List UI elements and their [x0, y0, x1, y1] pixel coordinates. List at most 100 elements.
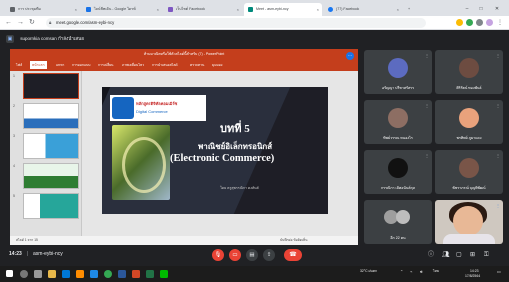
- ribbon-tab-home[interactable]: หน้าแรก: [30, 61, 47, 69]
- edge-icon[interactable]: [62, 270, 70, 278]
- activities-icon[interactable]: ⊞: [470, 251, 475, 259]
- browser-tab-meet[interactable]: Meet - asm-eybi-ncy ×: [244, 3, 322, 16]
- windows-start-icon[interactable]: [6, 270, 13, 277]
- url-text: meet.google.com/asm-eybi-ncy: [56, 20, 115, 25]
- present-icon: ▣: [6, 34, 14, 43]
- chrome-icon[interactable]: [104, 270, 112, 278]
- avatar: [388, 108, 408, 128]
- extension-icon[interactable]: [466, 19, 473, 26]
- slide-number: 3: [13, 134, 15, 138]
- weather-text[interactable]: 32°C ฝนตก: [360, 269, 377, 274]
- participant-name: กรรณิกา เลิศอนันต์กุล: [380, 186, 416, 190]
- ribbon-tab-animations[interactable]: ภาพเคลื่อนไหว: [122, 61, 144, 69]
- volume-icon[interactable]: 🔊︎: [420, 269, 423, 274]
- more-icon[interactable]: ⋮: [496, 153, 500, 158]
- avatar[interactable]: [486, 19, 493, 26]
- powerpoint-icon[interactable]: [132, 270, 140, 278]
- ribbon-tab-slideshow[interactable]: การนำเสนอสไลด์: [152, 61, 178, 69]
- lock-icon[interactable]: ⚿: [484, 251, 489, 259]
- slide-thumbnail[interactable]: [23, 193, 79, 219]
- search-icon[interactable]: [20, 270, 28, 278]
- ribbon-tab-view[interactable]: มุมมอง: [212, 61, 222, 69]
- self-video-tile[interactable]: ⋮: [435, 200, 503, 244]
- mic-off-button[interactable]: 🎙︎: [212, 249, 224, 261]
- participant-tile-others[interactable]: อีก 22 คน: [364, 200, 432, 244]
- line-icon[interactable]: [160, 270, 168, 278]
- participant-name: ทิพย์วรรณ หนองไร: [383, 136, 413, 140]
- pin-icon[interactable]: ⋯: [346, 52, 354, 60]
- slide-thumbnail[interactable]: [23, 73, 79, 99]
- chat-icon[interactable]: ▢: [456, 251, 462, 259]
- ribbon-tab-file[interactable]: ไฟล์: [16, 61, 22, 69]
- tab-favicon: [10, 6, 15, 12]
- forward-icon[interactable]: →: [17, 18, 24, 28]
- menu-dots-icon[interactable]: ⋮: [497, 18, 503, 28]
- captions-button[interactable]: ▤: [246, 249, 258, 261]
- slide-author: โดย ครูสุพรรณิกา คงสันต์: [220, 186, 259, 190]
- store-icon[interactable]: [76, 270, 84, 278]
- present-button[interactable]: ⇪: [263, 249, 275, 261]
- more-icon[interactable]: ⋮: [425, 53, 429, 58]
- close-icon[interactable]: ×: [237, 3, 239, 16]
- file-explorer-icon[interactable]: [48, 270, 56, 278]
- url-field[interactable]: 🔒︎ meet.google.com/asm-eybi-ncy: [46, 18, 426, 28]
- participant-tile[interactable]: ⋮ พรทิพย์ ภูผาแดง: [435, 100, 503, 144]
- people-icon[interactable]: 👥︎: [442, 251, 450, 259]
- facebook-icon: [328, 6, 333, 12]
- close-icon[interactable]: ×: [157, 3, 159, 16]
- slide-number: 1: [13, 74, 15, 78]
- minimize-icon[interactable]: –: [460, 3, 474, 16]
- browser-tab-1[interactable]: การ ประชุมทีม ×: [6, 3, 80, 16]
- browser-tab-bar: การ ประชุมทีม × ไลน์ชีทเดิน - Google ไดร…: [0, 0, 509, 16]
- ribbon-tab-design[interactable]: การออกแบบ: [72, 61, 90, 69]
- more-icon[interactable]: ⋮: [425, 153, 429, 158]
- browser-tab-3[interactable]: เว็บไซต์ Facebook ×: [164, 3, 242, 16]
- browser-tab-5[interactable]: (77) Facebook ×: [324, 3, 402, 16]
- participant-tile[interactable]: ⋮ อรัญญา ปรีชาสรัสรร: [364, 50, 432, 94]
- reload-icon[interactable]: ↻: [29, 18, 35, 28]
- tray-arrow-icon[interactable]: ⌃: [400, 269, 403, 274]
- extension-icon[interactable]: [456, 19, 463, 26]
- close-icon[interactable]: ×: [397, 3, 399, 16]
- ribbon-tab-review[interactable]: ตรวจทาน: [190, 61, 204, 69]
- participant-tile[interactable]: ⋮ ทิพย์วรรณ หนองไร: [364, 100, 432, 144]
- clock-date[interactable]: 17/8/2564: [465, 274, 480, 279]
- notification-icon[interactable]: ▭: [497, 269, 501, 274]
- slide-thumbnail[interactable]: [23, 133, 79, 159]
- ribbon-tab-insert[interactable]: แทรก: [56, 61, 64, 69]
- status-notes[interactable]: บันทึกย่อ ข้อคิดเห็น: [280, 236, 307, 245]
- participant-tile[interactable]: ⋮ กรรณิกา เลิศอนันต์กุล: [364, 150, 432, 194]
- info-icon[interactable]: ⓘ: [428, 251, 434, 259]
- window-close-icon[interactable]: ✕: [490, 3, 504, 16]
- maximize-icon[interactable]: □: [474, 3, 488, 16]
- more-icon[interactable]: ⋮: [496, 103, 500, 108]
- slide-thumbnail[interactable]: [23, 103, 79, 129]
- leave-call-button[interactable]: ☎︎: [284, 249, 302, 261]
- tab-label: Meet - asm-eybi-ncy: [256, 7, 289, 11]
- logo-title: หลักสูตรดิจิทัลคอมเมิร์ซ: [136, 101, 178, 106]
- camera-off-button[interactable]: ▭: [229, 249, 241, 261]
- excel-icon[interactable]: [146, 270, 154, 278]
- participant-tile[interactable]: ⋮ พัชราภรณ์ บุญพิพัฒน์: [435, 150, 503, 194]
- task-view-icon[interactable]: [34, 270, 42, 278]
- browser-tab-2[interactable]: ไลน์ชีทเดิน - Google ไดรฟ์ ×: [82, 3, 162, 16]
- more-icon[interactable]: ⋮: [496, 53, 500, 58]
- new-tab-button[interactable]: +: [404, 3, 414, 16]
- presenter-label: supornkia comsan กำลังนำเสนอ: [20, 36, 84, 41]
- avatar: [388, 158, 408, 178]
- word-icon[interactable]: [118, 270, 126, 278]
- close-icon[interactable]: ×: [75, 3, 77, 16]
- avatar: [396, 210, 410, 224]
- puzzle-icon[interactable]: [476, 19, 483, 26]
- close-icon[interactable]: ×: [317, 3, 319, 16]
- network-icon[interactable]: ⌁: [410, 269, 412, 274]
- meet-stage: ▣ supornkia comsan กำลังนำเสนอ ห้ามมาณิต…: [0, 30, 509, 266]
- slide-thumbnail[interactable]: [23, 163, 79, 189]
- separator: |: [27, 251, 29, 257]
- participant-tile[interactable]: ⋮ ศิริรัตน์ ทองพันธ์: [435, 50, 503, 94]
- back-icon[interactable]: ←: [5, 18, 12, 28]
- language-indicator[interactable]: ไทย: [433, 269, 439, 274]
- ribbon-tab-transitions[interactable]: การเปลี่ยน: [98, 61, 113, 69]
- more-icon[interactable]: ⋮: [425, 103, 429, 108]
- mail-icon[interactable]: [90, 270, 98, 278]
